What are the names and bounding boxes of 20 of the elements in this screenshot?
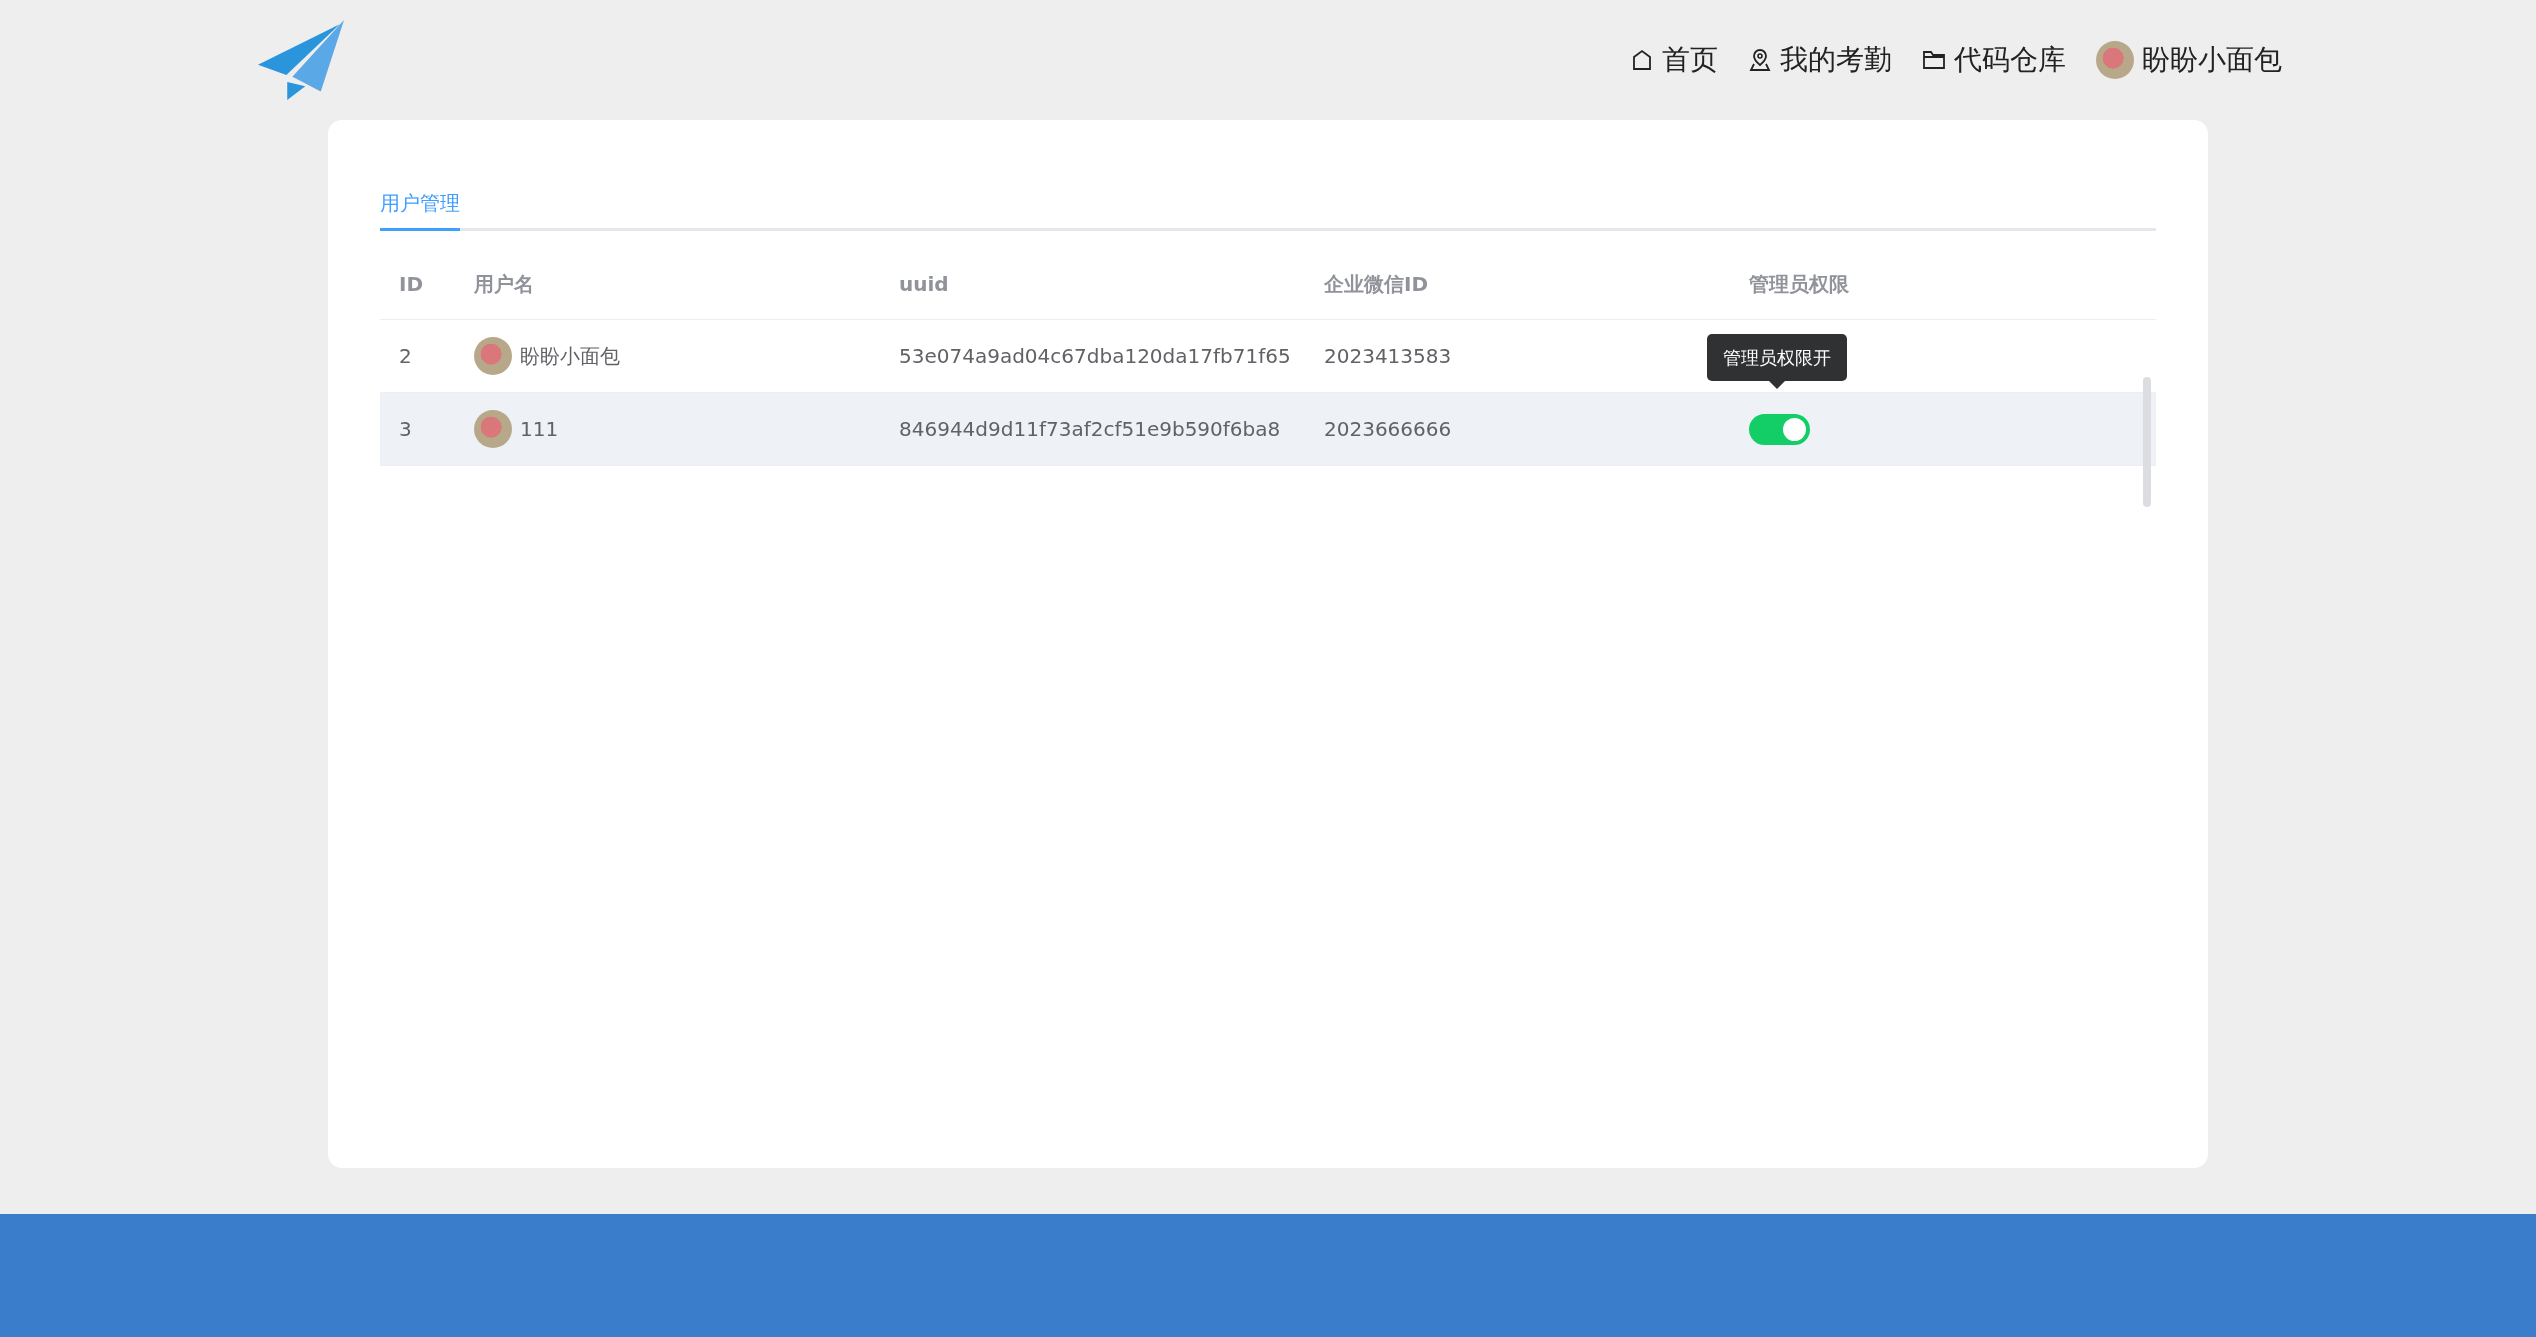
table-cell-text: 2023666666 [1324, 416, 1452, 443]
table-cell-text: 2 [399, 343, 412, 370]
table-cell-text: 846944d9d11f73af2cf51e9b590f6ba8 [899, 416, 1281, 443]
table-cell-text: 盼盼小面包 [520, 343, 620, 370]
table-cell-text: 111 [520, 416, 559, 443]
table-cell-text: 53e074a9ad04c67dba120da17fb71f65 [899, 343, 1291, 370]
folder-icon [1922, 48, 1946, 72]
table-cell-text: 3 [399, 416, 412, 443]
avatar-icon [474, 410, 512, 448]
scrollbar[interactable] [2143, 377, 2151, 507]
nav-link-item[interactable]: 代码仓库 [1922, 39, 2066, 81]
nav-link-item[interactable]: 我的考勤 [1748, 39, 1892, 81]
map-pin-icon [1748, 48, 1772, 72]
toggle-switch[interactable] [1749, 413, 1810, 445]
home-icon [1630, 48, 1654, 72]
avatar-icon [2096, 41, 2134, 79]
avatar-icon [474, 337, 512, 375]
nav-link-item[interactable]: 首页 [1630, 39, 1718, 81]
table-cell-text: 2023413583 [1324, 343, 1452, 370]
nav-link-item[interactable]: 盼盼小面包 [2096, 39, 2282, 81]
